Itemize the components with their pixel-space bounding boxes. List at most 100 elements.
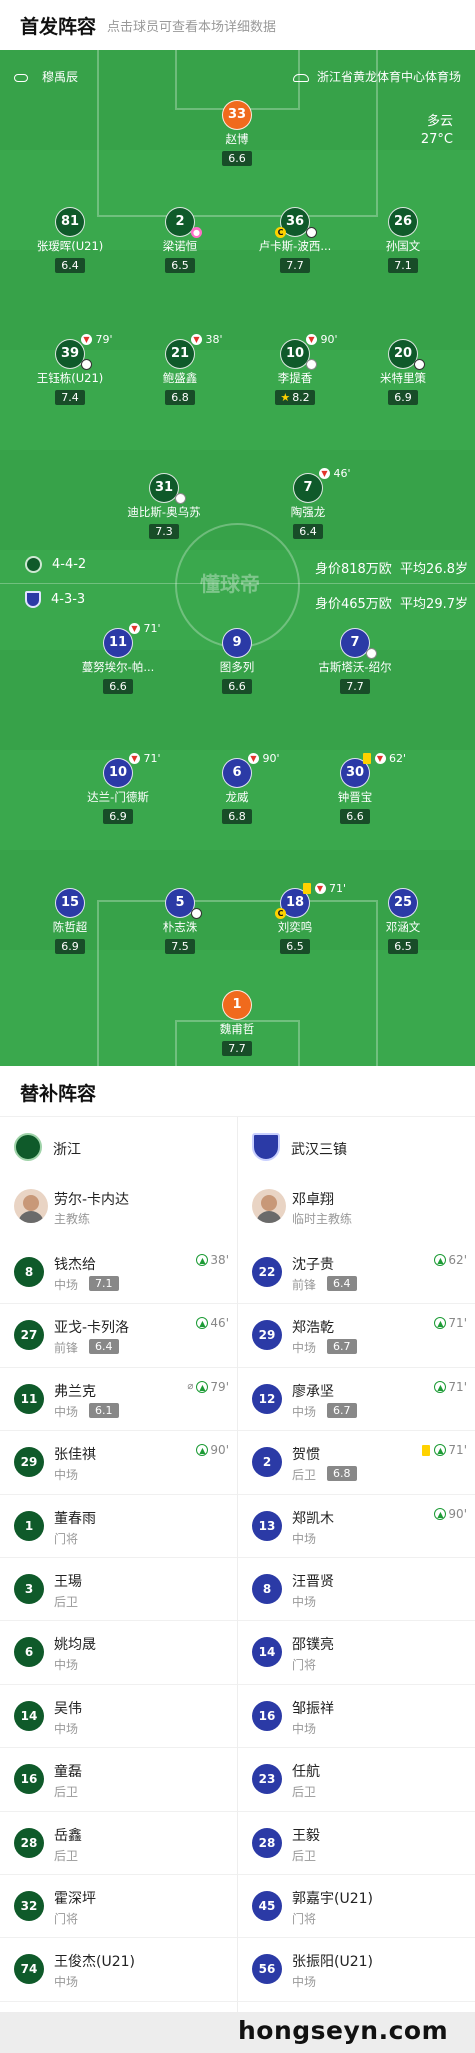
sub-player-row[interactable]: 29 张佳祺 中场 ▲ 90'	[0, 1431, 237, 1494]
home-average-age: 平均26.8岁	[400, 562, 468, 577]
player-number: 81	[55, 207, 85, 237]
player-rating: 7.1	[388, 258, 418, 273]
sub-player-row[interactable]: 1 董春雨 门将	[0, 1495, 237, 1558]
sub-player-row[interactable]: 12 廖承坚 中场 6.7 ▲ 71'	[238, 1368, 475, 1431]
away-player-gk[interactable]: 1 魏甫哲 7.7	[177, 990, 297, 1056]
sub-player-row[interactable]: 16 童磊 后卫	[0, 1748, 237, 1811]
sub-player-row[interactable]: 28 岳鑫 后卫	[0, 1812, 237, 1875]
sub-player-row[interactable]: 16 邹振祥 中场	[238, 1685, 475, 1748]
section-subtitle: 点击球员可查看本场详细数据	[107, 20, 277, 35]
home-player-rm[interactable]: 20 米特里策 6.9	[343, 339, 463, 405]
player-rating: 6.8	[222, 809, 252, 824]
sub-player-row[interactable]: 56 张振阳(U21) 中场	[238, 1938, 475, 2001]
player-number: 2	[252, 1447, 282, 1478]
sub-out-icon: ▼	[306, 334, 317, 345]
coach-avatar	[14, 1189, 48, 1223]
player-rating: 6.5	[388, 939, 418, 954]
away-player-rb[interactable]: 25 邓涵文 6.5	[343, 888, 463, 954]
player-name: 郑凯木	[292, 1510, 334, 1527]
sub-player-row[interactable]: 2 贺惯 后卫 6.8 ▲ 71'	[238, 1431, 475, 1494]
home-player-lcb[interactable]: 2 ● 梁诺恒 6.5	[120, 207, 240, 273]
sub-player-row[interactable]: 3 王瑒 后卫	[0, 1558, 237, 1621]
sub-minute: 79'	[210, 1379, 229, 1394]
away-formation-row: 4-3-3	[25, 591, 85, 608]
sub-player-row[interactable]: 14 吴伟 中场	[0, 1685, 237, 1748]
home-player-rst[interactable]: 7 ▼ 46' 陶强龙 6.4	[248, 467, 368, 539]
section-title: 首发阵容	[20, 16, 97, 38]
player-name: 刘奕鸣	[277, 920, 313, 934]
player-number: 22	[252, 1257, 282, 1287]
footer: hongseyn.com	[0, 2012, 475, 2053]
away-player-st[interactable]: 9 图多列 6.6	[177, 628, 297, 694]
sub-player-row[interactable]: 27 亚戈-卡列洛 前锋 6.4 ▲ 46'	[0, 1304, 237, 1367]
sub-player-row[interactable]: 28 王毅 后卫	[238, 1812, 475, 1875]
assist-icon	[306, 359, 317, 370]
sub-player-row[interactable]: 45 郭嘉宇(U21) 门将	[238, 1875, 475, 1938]
sub-in-icon: ▲	[434, 1444, 447, 1457]
away-player-lw[interactable]: 11 ▼ 71' 蔓努埃尔-帕... 6.6	[58, 622, 178, 694]
sub-player-row[interactable]: 23 任航 后卫	[238, 1748, 475, 1811]
home-formation-row: 4-4-2	[25, 556, 86, 573]
yellow-card-icon	[363, 753, 371, 764]
sub-player-row[interactable]: 29 郑浩乾 中场 6.7 ▲ 71'	[238, 1304, 475, 1367]
player-name: 任航	[292, 1764, 320, 1781]
player-name: 邵镤亮	[292, 1637, 334, 1654]
away-player-rcm[interactable]: 30 ▼ 62' 钟晋宝 6.6	[295, 752, 415, 824]
sub-player-row[interactable]: 14 邵镤亮 门将	[238, 1621, 475, 1684]
player-position: 后卫	[54, 1848, 79, 1863]
sub-minute: 38'	[210, 1253, 229, 1267]
away-player-cm[interactable]: 6 ▼ 90' 龙威 6.8	[177, 752, 297, 824]
away-team-row[interactable]: 武汉三镇	[238, 1117, 475, 1177]
player-number: 32	[14, 1891, 44, 1921]
sub-minute: 71'	[448, 1443, 467, 1458]
player-name: 魏甫哲	[219, 1022, 255, 1036]
sub-in-event: ▲ 38'	[196, 1253, 229, 1267]
weather-info: 多云 27°C	[421, 113, 453, 149]
sub-player-row[interactable]: 32 霍深坪 门将	[0, 1875, 237, 1938]
player-number: 8	[14, 1257, 44, 1287]
home-team-row[interactable]: 浙江	[0, 1117, 237, 1177]
home-player-rb[interactable]: 26 孙国文 7.1	[343, 207, 463, 273]
sub-player-row[interactable]: 11 弗兰克 中场 6.1 ⌀ ▲ 79'	[0, 1368, 237, 1431]
away-player-rw[interactable]: 7 古斯塔沃-绍尔 7.7	[295, 628, 415, 694]
player-name: 陈哲超	[52, 920, 88, 934]
away-player-lb[interactable]: 15 陈哲超 6.9	[10, 888, 130, 954]
sub-minute: 62'	[389, 752, 407, 765]
player-position: 中场	[292, 1341, 317, 1356]
sub-player-row[interactable]: 74 王俊杰(U21) 中场	[0, 1938, 237, 2001]
sub-player-row[interactable]: 13 郑凯木 中场 ▲ 90'	[238, 1495, 475, 1558]
home-player-rcb[interactable]: 36 C 卢卡斯-波西... 7.7	[235, 207, 355, 273]
away-player-rcb[interactable]: 18 ▼ 71' C 刘奕鸣 6.5	[235, 882, 355, 954]
home-player-lm[interactable]: 39 ▼ 79' 王钰栋(U21) 7.4	[10, 333, 130, 405]
away-player-lcb[interactable]: 5 朴志洙 7.5	[120, 888, 240, 954]
star-icon: ★	[280, 391, 291, 404]
sub-out-icon: ▼	[191, 334, 202, 345]
sub-minute: 90'	[210, 1443, 229, 1458]
home-player-rcm[interactable]: 10 ▼ 90' 李提香 ★ 8.2	[235, 333, 355, 405]
app-root: 首发阵容 点击球员可查看本场详细数据 穆禹辰 浙江省黄龙体育中心体育场 多云 2…	[0, 0, 475, 2053]
away-coach-row[interactable]: 邓卓翔 临时主教练	[238, 1177, 475, 1241]
away-player-lcm[interactable]: 10 ▼ 71' 达兰-门德斯 6.9	[58, 752, 178, 824]
away-subs-column: 武汉三镇 邓卓翔 临时主教练 22 沈子贵 前锋 6.4 ▲ 62' 29 郑浩乾 中场 6.7 ▲…	[238, 1117, 475, 2012]
player-name: 钱杰给	[54, 1257, 96, 1273]
sub-in-icon: ▲	[434, 1254, 447, 1266]
sub-in-event: ▲ 90'	[196, 1443, 229, 1457]
player-number: 26	[388, 207, 418, 237]
home-player-lcm[interactable]: 21 ▼ 38' 鲍盛鑫 6.8	[120, 333, 240, 405]
player-position: 中场	[54, 1404, 79, 1419]
home-player-gk[interactable]: 33 赵博 6.6	[177, 100, 297, 166]
home-coach-row[interactable]: 劳尔-卡内达 主教练	[0, 1177, 237, 1241]
player-number: 28	[252, 1827, 282, 1858]
player-name: 朴志洙	[162, 920, 198, 934]
sub-player-row[interactable]: 22 沈子贵 前锋 6.4 ▲ 62'	[238, 1241, 475, 1304]
player-name: 郭嘉宇(U21)	[292, 1891, 373, 1907]
home-player-lb[interactable]: 81 张瑷晖(U21) 6.4	[10, 207, 130, 273]
sub-player-row[interactable]: 6 姚均晟 中场	[0, 1621, 237, 1684]
goal-ball-icon	[414, 359, 425, 370]
sub-player-row[interactable]: 8 汪晋贤 中场	[238, 1558, 475, 1621]
sub-in-icon: ▲	[434, 1380, 447, 1393]
home-player-lst[interactable]: 31 迪比斯-奥乌苏 7.3	[104, 473, 224, 539]
sub-player-row[interactable]: 8 钱杰给 中场 7.1 ▲ 38'	[0, 1241, 237, 1304]
away-average-age: 平均29.7岁	[400, 597, 468, 612]
venue-name: 浙江省黄龙体育中心体育场	[316, 70, 461, 84]
